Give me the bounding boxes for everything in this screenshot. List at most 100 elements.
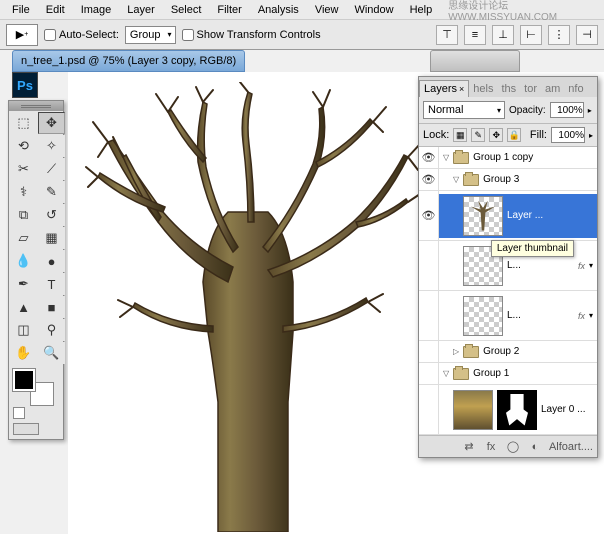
layer-thumbnail[interactable] [463, 296, 503, 336]
layer-row-group2[interactable]: ▷ Group 2 [419, 341, 597, 363]
link-layers-icon[interactable]: ⇄ [461, 440, 477, 454]
menu-view[interactable]: View [307, 2, 347, 18]
tab-info[interactable]: nfo [564, 81, 587, 97]
hand-tool[interactable]: ✋ [10, 342, 37, 364]
align-bottom-icon[interactable]: ⊥ [492, 25, 514, 45]
menu-analysis[interactable]: Analysis [250, 2, 307, 18]
move-tool[interactable]: ✥ [38, 112, 65, 134]
menu-layer[interactable]: Layer [119, 2, 163, 18]
tab-paths[interactable]: ths [497, 81, 520, 97]
fx-badge[interactable]: fx [578, 311, 585, 321]
adjustment-layer-icon[interactable]: ◐ [527, 440, 543, 454]
shape-tool[interactable]: ■ [38, 296, 65, 318]
lock-pixels-icon[interactable]: ✎ [471, 128, 485, 142]
healing-brush-tool[interactable]: ⚕ [10, 181, 37, 203]
history-brush-tool[interactable]: ↺ [38, 204, 65, 226]
eraser-tool[interactable]: ▱ [10, 227, 37, 249]
toolbox-grip[interactable] [9, 101, 63, 111]
lock-label: Lock: [423, 129, 449, 141]
document-title: n_tree_1.psd @ 75% (Layer 3 copy, RGB/8) [21, 55, 236, 67]
tool-preset-picker[interactable]: ▶+ [6, 24, 38, 46]
menu-help[interactable]: Help [402, 2, 441, 18]
layer-mask-icon[interactable]: ◯ [505, 440, 521, 454]
layer-thumbnail[interactable] [463, 196, 503, 236]
watermark-text: 思缘设计论坛 WWW.MISSYUAN.COM [440, 0, 600, 25]
opacity-label: Opacity: [509, 105, 546, 116]
dodge-tool[interactable]: ● [38, 250, 65, 272]
menu-filter[interactable]: Filter [209, 2, 249, 18]
layer-row-layer3copy[interactable]: 👁 Layer ... [419, 191, 597, 241]
layer-mask-thumbnail[interactable] [497, 390, 537, 430]
opacity-slider-arrow[interactable]: ▸ [588, 106, 592, 115]
folder-icon [453, 152, 469, 164]
auto-select-target-dropdown[interactable]: Group [125, 26, 176, 44]
crop-tool[interactable]: ✂ [10, 158, 37, 180]
expand-arrow-icon[interactable]: ▽ [453, 175, 459, 184]
path-selection-tool[interactable]: ▲ [10, 296, 37, 318]
fx-badge[interactable]: fx [578, 261, 585, 271]
eyedropper-tool[interactable]: ⚲ [38, 319, 65, 341]
auto-select-checkbox[interactable]: Auto-Select: [44, 29, 119, 41]
foreground-color-swatch[interactable] [13, 369, 35, 391]
fill-slider-arrow[interactable]: ▸ [589, 131, 593, 140]
layer-row-group1[interactable]: ▽ Group 1 [419, 363, 597, 385]
panel-tab-strip: Layers× hels ths tor am nfo [419, 77, 597, 97]
layer-row-layer0[interactable]: Layer 0 ... [419, 385, 597, 435]
layer-thumbnail[interactable] [453, 390, 493, 430]
lock-all-icon[interactable]: 🔒 [507, 128, 521, 142]
zoom-tool[interactable]: 🔍 [38, 342, 65, 364]
menu-bar: File Edit Image Layer Select Filter Anal… [0, 0, 604, 20]
blend-mode-dropdown[interactable]: Normal [423, 101, 505, 119]
align-right-icon[interactable]: ⊣ [576, 25, 598, 45]
menu-file[interactable]: File [4, 2, 38, 18]
visibility-toggle-icon[interactable]: 👁 [422, 209, 436, 222]
lock-position-icon[interactable]: ✥ [489, 128, 503, 142]
footer-credit: Alfoart.... [549, 441, 593, 453]
fx-expand-icon[interactable]: ▾ [589, 311, 593, 320]
clone-stamp-tool[interactable]: ⧉ [10, 204, 37, 226]
layers-panel-footer: ⇄ fx ◯ ◐ Alfoart.... [419, 435, 597, 457]
expand-arrow-icon[interactable]: ▽ [443, 153, 449, 162]
slice-tool[interactable]: ⟋ [38, 158, 65, 180]
expand-arrow-icon[interactable]: ▽ [443, 369, 449, 378]
document-tab[interactable]: n_tree_1.psd @ 75% (Layer 3 copy, RGB/8) [12, 50, 245, 72]
brush-tool[interactable]: ✎ [38, 181, 65, 203]
fill-label: Fill: [530, 129, 547, 141]
secondary-window-tab[interactable] [430, 50, 520, 72]
type-tool[interactable]: T [38, 273, 65, 295]
align-middle-icon[interactable]: ≡ [464, 25, 486, 45]
menu-select[interactable]: Select [163, 2, 210, 18]
screen-mode-toggle[interactable] [13, 423, 39, 435]
magic-wand-tool[interactable]: ✧ [38, 135, 65, 157]
expand-arrow-icon[interactable]: ▷ [453, 347, 459, 356]
visibility-toggle-icon[interactable]: 👁 [422, 151, 436, 164]
menu-image[interactable]: Image [73, 2, 120, 18]
menu-window[interactable]: Window [346, 2, 401, 18]
notes-tool[interactable]: ◫ [10, 319, 37, 341]
pen-tool[interactable]: ✒ [10, 273, 37, 295]
fill-input[interactable] [551, 127, 585, 143]
layer-row-group1copy[interactable]: 👁 ▽ Group 1 copy [419, 147, 597, 169]
blur-tool[interactable]: 💧 [10, 250, 37, 272]
gradient-tool[interactable]: ▦ [38, 227, 65, 249]
folder-icon [463, 174, 479, 186]
fx-expand-icon[interactable]: ▾ [589, 261, 593, 270]
lock-transparency-icon[interactable]: ▦ [453, 128, 467, 142]
layer-row-group3[interactable]: 👁 ▽ Group 3 [419, 169, 597, 191]
tab-channels[interactable]: hels [469, 81, 497, 97]
tab-history[interactable]: tor [520, 81, 541, 97]
menu-edit[interactable]: Edit [38, 2, 73, 18]
quick-mask-toggle[interactable] [13, 407, 25, 419]
visibility-toggle-icon[interactable]: 👁 [422, 173, 436, 186]
align-top-icon[interactable]: ⊤ [436, 25, 458, 45]
layer-style-icon[interactable]: fx [483, 440, 499, 454]
align-left-icon[interactable]: ⊢ [520, 25, 542, 45]
tab-layers[interactable]: Layers× [419, 80, 469, 97]
tab-actions[interactable]: am [541, 81, 564, 97]
show-transform-checkbox[interactable]: Show Transform Controls [182, 29, 321, 41]
opacity-input[interactable] [550, 102, 584, 118]
align-center-icon[interactable]: ⋮ [548, 25, 570, 45]
lasso-tool[interactable]: ⟲ [10, 135, 37, 157]
layer-row-l2[interactable]: L... fx ▾ [419, 291, 597, 341]
marquee-tool[interactable]: ⬚ [10, 112, 37, 134]
